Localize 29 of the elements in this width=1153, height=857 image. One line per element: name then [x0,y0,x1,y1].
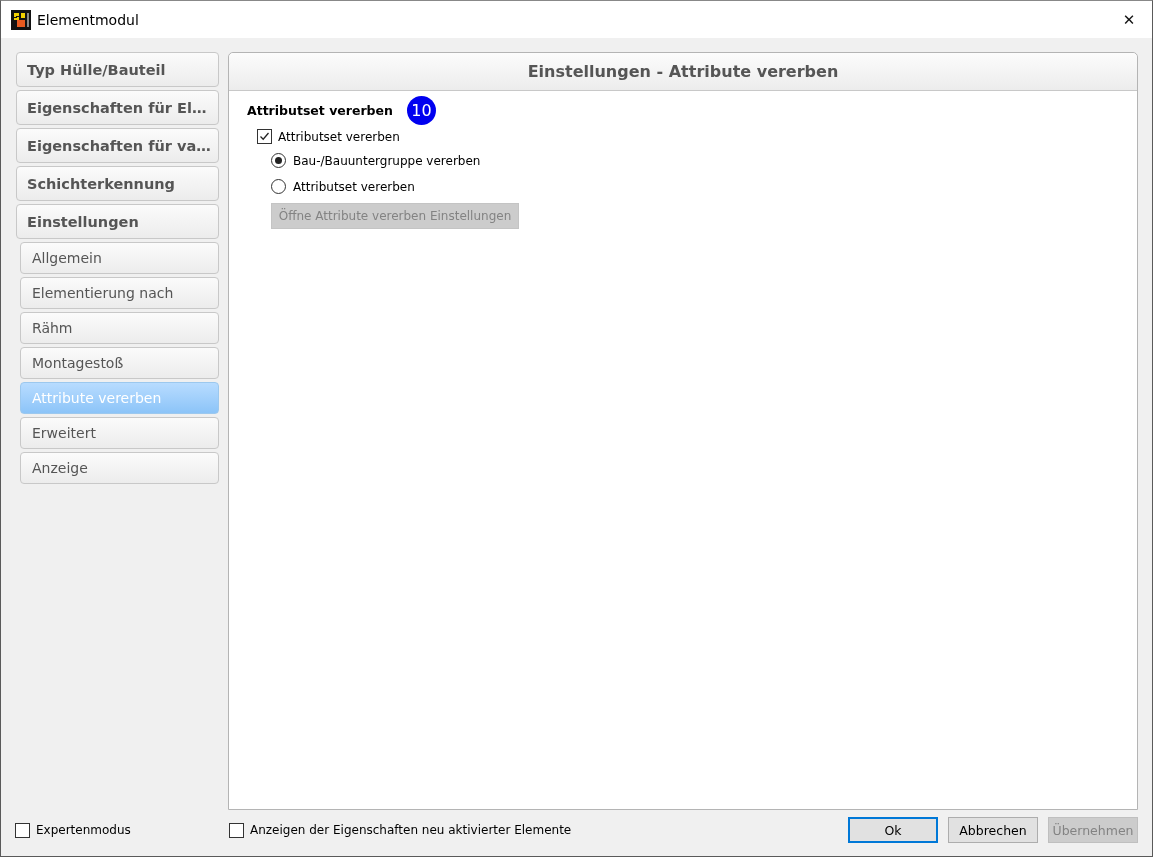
radio-label: Attributset vererben [293,179,415,194]
checkbox[interactable] [15,822,30,838]
checkbox-label: Expertenmodus [36,823,131,837]
panel-title: Einstellungen - Attribute vererben [527,62,839,81]
window-title: Elementmodul [37,11,139,28]
nav-page-button[interactable]: Elementierung nach [20,277,219,309]
dialog-button[interactable]: Abbrechen [948,817,1038,843]
close-button[interactable]: ✕ [1106,1,1152,38]
checkbox[interactable] [257,129,272,144]
nav-group-button[interactable]: Eigenschaften für va… [16,128,219,163]
dialog-button[interactable]: Ok [848,817,938,843]
nav-group-button[interactable]: Eigenschaften für El… [16,90,219,125]
radio-label: Bau-/Bauuntergruppe vererben [293,153,481,168]
app-icon [11,9,31,30]
nav-group-button[interactable]: Typ Hülle/Bauteil [16,52,219,87]
nav-group-button[interactable]: Einstellungen [16,204,219,239]
nav-page-button[interactable]: Rähm [20,312,219,344]
radio-button[interactable] [271,153,286,168]
nav-page-button[interactable]: Erweitert [20,417,219,449]
nav-page-button[interactable]: Allgemein [20,242,219,274]
checkbox-label: Anzeigen der Eigenschaften neu aktivierter Elemente [250,823,572,837]
radio-button[interactable] [271,179,286,194]
nav-group-button[interactable]: Schichterkennung [16,166,219,201]
checkbox[interactable] [229,822,244,838]
nav-page-button[interactable]: Montagestoß [20,347,219,379]
nav-page-button[interactable]: Anzeige [20,452,219,484]
number-badge: 10 [406,95,436,125]
checkbox-label: Attributset vererben [278,129,400,144]
section-title: Attributset vererben [247,102,393,118]
